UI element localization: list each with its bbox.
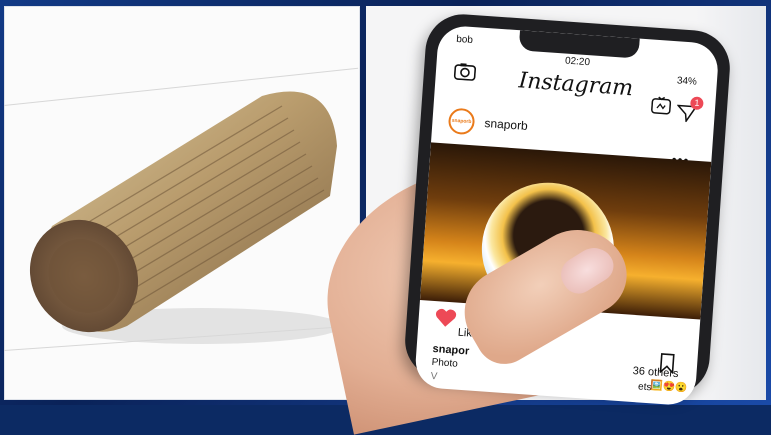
caption-text: Photo: [431, 356, 459, 370]
emoji-row: 🖼️😍😮: [649, 380, 688, 394]
igtv-icon[interactable]: [650, 96, 672, 120]
caption-username[interactable]: snapor: [432, 343, 469, 358]
view-comments-fragment: V: [430, 370, 438, 383]
clay-cylinder-image: [12, 76, 342, 346]
post-username[interactable]: snaporb: [484, 116, 528, 133]
camera-icon[interactable]: [453, 62, 477, 86]
phone-notch: [518, 30, 640, 59]
heart-icon[interactable]: [434, 307, 458, 333]
avatar[interactable]: snaporb: [447, 107, 476, 136]
carrier-label: bob: [455, 33, 474, 46]
status-time: 02:20: [564, 55, 591, 69]
likes-others-text: 36 others: [632, 364, 679, 381]
smartphone: bob 02:20 34% Instagram 1 snaporb snapor…: [402, 11, 733, 407]
phone-screen: bob 02:20 34% Instagram 1 snaporb snapor…: [413, 24, 720, 407]
clay-cylinder-illustration: [29, 91, 342, 344]
left-photo-panel: [3, 6, 360, 400]
